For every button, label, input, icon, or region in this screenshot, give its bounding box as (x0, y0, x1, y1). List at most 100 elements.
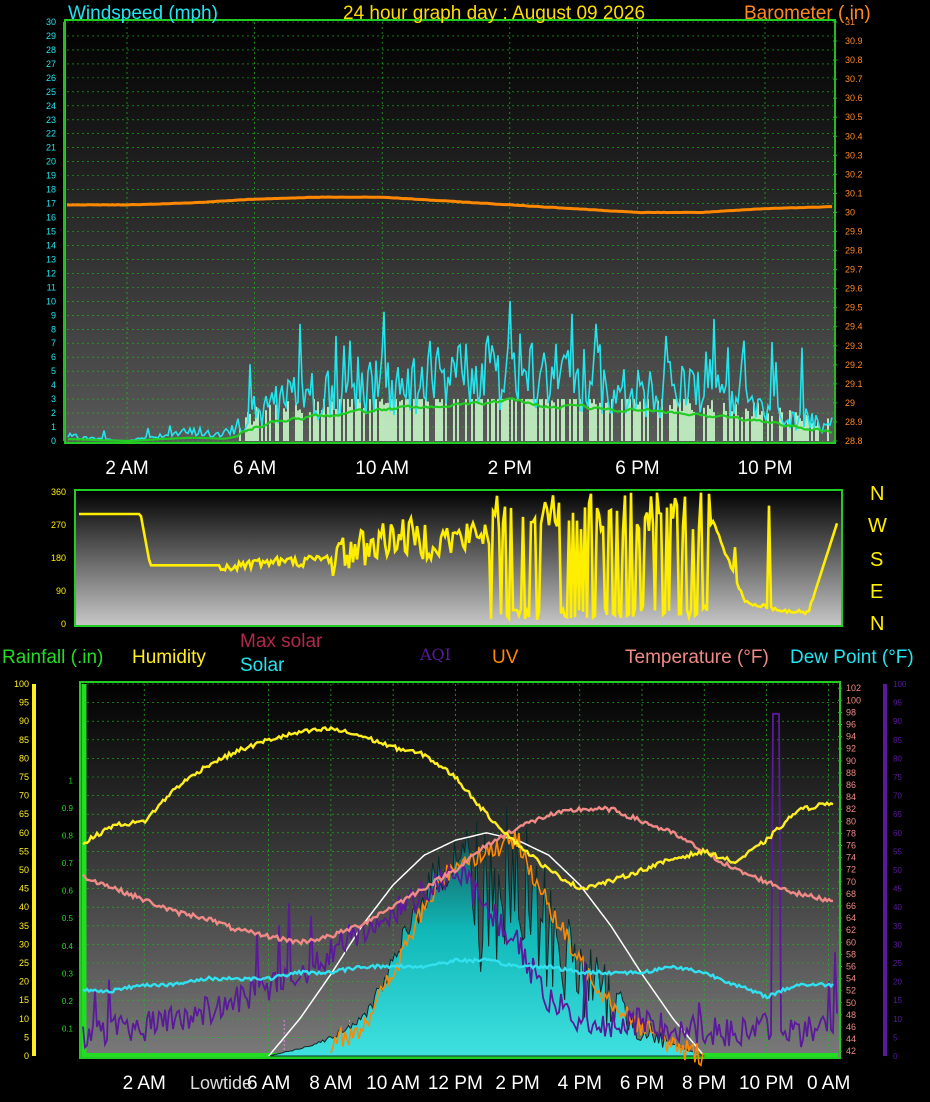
temp-tick-label: 98 (846, 707, 856, 717)
temp-tick-label: 76 (846, 841, 856, 851)
wind-gust-bar (327, 406, 329, 441)
wind-gust-bar (435, 399, 437, 441)
wind-gust-bar (297, 410, 299, 441)
temp-tick-label: 100 (846, 695, 861, 705)
wind-gust-bar (375, 399, 377, 441)
baro-right-tick-label: 30.9 (845, 36, 863, 46)
wind-gust-bar (707, 405, 709, 441)
wind-gust-bar (673, 399, 675, 441)
wind-left-tick-label: 1 (51, 422, 56, 432)
barometer-title: Barometer (.in) (744, 3, 871, 24)
humidity-tick-label: 45 (19, 884, 29, 894)
direction-tick-label: 0 (61, 619, 66, 629)
rain-tick-label: 0.7 (62, 859, 74, 868)
wind-gust-bar (441, 399, 443, 441)
wind-gust-bar (501, 399, 503, 441)
wind-gust-bar (675, 399, 677, 441)
wind-left-tick-label: 9 (51, 310, 56, 320)
wind-x-tick-label: 10 PM (738, 458, 793, 479)
aqi-tick-label: 45 (893, 885, 902, 894)
humidity-tick-label: 65 (19, 809, 29, 819)
aqi-tick-label: 35 (893, 922, 902, 931)
rain-tick-label: 0.2 (62, 997, 74, 1006)
aqi-tick-label: 15 (893, 996, 902, 1005)
wind-x-tick-label: 2 AM (105, 458, 148, 479)
temp-tick-label: 78 (846, 828, 856, 838)
wind-gust-bar (457, 399, 459, 441)
temp-tick-label: 102 (846, 683, 861, 693)
tide-label: Lowtide (190, 1073, 252, 1093)
humidity-tick-label: 90 (19, 716, 29, 726)
wind-left-tick-label: 21 (46, 143, 56, 153)
direction-tick-label: 90 (56, 586, 66, 596)
wind-gust-bar (557, 399, 559, 441)
wind-gust-bar (771, 415, 773, 441)
temp-tick-label: 64 (846, 913, 856, 923)
wind-gust-bar (685, 399, 687, 441)
wind-gust-bar (761, 411, 763, 441)
temp-tick-label: 42 (846, 1046, 856, 1056)
compass-s: S (870, 549, 883, 571)
wind-gust-bar (811, 423, 813, 441)
baro-right-tick-label: 28.9 (845, 417, 863, 427)
wind-left-tick-label: 15 (46, 227, 56, 237)
aqi-tick-label: 55 (893, 847, 902, 856)
aqi-tick-label: 0 (893, 1052, 898, 1061)
baro-right-tick-label: 30.7 (845, 74, 863, 84)
temp-tick-label: 58 (846, 949, 856, 959)
weather-graph: 2 AM 6 AM 10 AM 2 PM 6 PM 10 PM01234567891011… (2, 3, 914, 1094)
temp-tick-label: 90 (846, 756, 856, 766)
wind-gust-bar (343, 399, 345, 441)
wind-gust-bar (589, 399, 591, 441)
wind-gust-bar (419, 399, 421, 441)
bottom-x-tick-label: 0 AM (807, 1073, 850, 1094)
wind-gust-bar (703, 407, 705, 441)
humidity-tick-label: 25 (19, 958, 29, 968)
wind-gust-bar (723, 402, 725, 441)
baro-right-tick-label: 30.8 (845, 55, 863, 65)
wind-gust-bar (351, 399, 353, 441)
humidity-tick-label: 20 (19, 977, 29, 987)
baro-right-tick-label: 29 (845, 398, 855, 408)
aqi-tick-label: 80 (893, 754, 902, 763)
wind-gust-bar (593, 399, 595, 441)
bottom-x-tick-label: 8 AM (309, 1073, 352, 1094)
wind-gust-bar (793, 426, 795, 441)
humidity-tick-label: 55 (19, 846, 29, 856)
wind-left-tick-label: 24 (46, 101, 56, 111)
wind-gust-bar (425, 399, 427, 441)
wind-left-tick-label: 11 (47, 282, 56, 292)
wind-gust-bar (283, 408, 285, 441)
aqi-tick-label: 30 (893, 940, 902, 949)
humidity-tick-label: 70 (19, 791, 29, 801)
wind-gust-bar (759, 414, 761, 441)
wind-gust-bar (767, 413, 769, 441)
wind-gust-bar (471, 399, 473, 441)
aqi-tick-label: 50 (893, 866, 902, 875)
humidity-tick-label: 0 (24, 1051, 29, 1061)
wind-gust-bar (799, 418, 801, 441)
wind-gust-bar (683, 399, 685, 441)
bottom-x-tick-label: 8 PM (682, 1073, 726, 1094)
wind-x-tick-label: 10 AM (355, 458, 409, 479)
wind-left-tick-label: 12 (46, 268, 56, 278)
wind-gust-bar (521, 399, 523, 441)
legend-humidity: Humidity (132, 647, 206, 668)
wind-left-tick-label: 27 (46, 59, 56, 69)
wind-x-tick-label: 2 PM (488, 458, 532, 479)
humidity-tick-label: 5 (24, 1032, 29, 1042)
aqi-tick-label: 90 (893, 717, 902, 726)
legend-dew-point: Dew Point (°F) (790, 647, 914, 668)
wind-gust-bar (475, 399, 477, 441)
temp-tick-label: 82 (846, 804, 856, 814)
wind-gust-bar (301, 413, 303, 441)
wind-gust-bar (511, 399, 513, 441)
legend-rainfall: Rainfall (.in) (2, 647, 103, 668)
compass-e: E (870, 581, 883, 603)
wind-gust-bar (249, 413, 251, 441)
rain-tick-label: 0.6 (62, 887, 74, 896)
baro-right-tick-label: 29.7 (845, 265, 863, 275)
wind-left-tick-label: 4 (51, 380, 56, 390)
temp-tick-label: 46 (846, 1022, 856, 1032)
baro-right-tick-label: 30.4 (845, 131, 863, 141)
